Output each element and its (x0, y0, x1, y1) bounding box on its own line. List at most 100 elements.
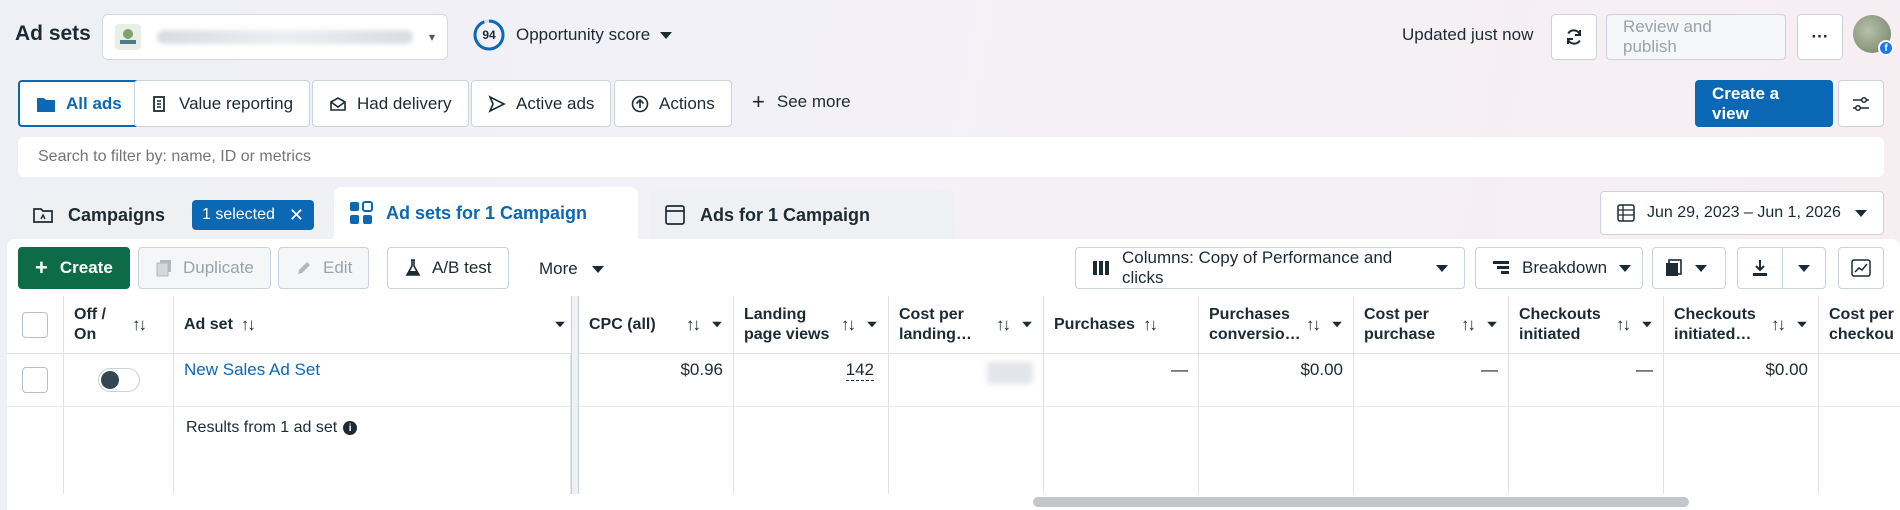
sort-icon[interactable]: ↑↓ (1306, 315, 1321, 335)
had-delivery-label: Had delivery (357, 93, 452, 113)
header-cchk-l2: checkou (1829, 325, 1894, 343)
tab-adsets[interactable]: Ad sets for 1 Campaign (334, 187, 638, 239)
actions-label: Actions (659, 93, 715, 113)
sort-icon[interactable]: ↑↓ (996, 315, 1011, 335)
header-cost-landing[interactable]: Cost per landing… ↑↓ (889, 296, 1044, 354)
header-checkouts-init[interactable]: Checkouts initiated… ↑↓ (1664, 296, 1819, 354)
more-options-button[interactable]: ··· (1797, 14, 1843, 60)
cpc-chevron-down-icon[interactable] (712, 321, 722, 328)
cost-landing-chevron-down-icon[interactable] (1022, 321, 1032, 328)
refresh-icon (1564, 27, 1584, 47)
folder-icon (36, 95, 56, 113)
reports-dropdown[interactable] (1652, 247, 1726, 289)
header-cost-checkout[interactable]: Cost per checkou (1819, 296, 1900, 354)
charts-button[interactable] (1838, 247, 1884, 289)
column-divider[interactable] (571, 296, 579, 494)
header-select-all (7, 296, 64, 354)
view-settings-button[interactable] (1838, 80, 1884, 127)
header-purchases-conv[interactable]: Purchases conversio… ↑↓ (1199, 296, 1354, 354)
active-ads-label: Active ads (516, 93, 595, 113)
envelope-icon (329, 96, 347, 112)
header-checkouts[interactable]: Checkouts initiated ↑↓ (1509, 296, 1664, 354)
see-more-button[interactable]: + See more (752, 89, 851, 114)
chki-chevron-down-icon[interactable] (1797, 321, 1807, 328)
create-button[interactable]: + Create (18, 247, 130, 289)
export-button[interactable] (1737, 247, 1783, 289)
opportunity-score[interactable]: 94 Opportunity score (472, 18, 673, 52)
tab-ads-label: Ads for 1 Campaign (700, 204, 871, 225)
sort-icon[interactable]: ↑↓ (132, 315, 147, 335)
header-cpc[interactable]: CPC (all) ↑↓ (579, 296, 734, 354)
select-all-checkbox[interactable] (22, 311, 48, 338)
ab-test-button[interactable]: A/B test (387, 247, 509, 289)
plus-icon: + (752, 89, 765, 114)
more-actions-button[interactable]: More (539, 259, 604, 279)
row-landing-views[interactable]: 142 (845, 360, 874, 381)
columns-chevron-down-icon (1436, 264, 1448, 272)
cpurch-chevron-down-icon[interactable] (1487, 321, 1497, 328)
value-reporting-button[interactable]: Value reporting (134, 80, 311, 127)
sliders-icon (1851, 95, 1871, 113)
sort-icon[interactable]: ↑↓ (1771, 315, 1786, 335)
breakdown-dropdown[interactable]: Breakdown (1475, 247, 1643, 289)
score-value: 94 (482, 28, 496, 42)
horizontal-scrollbar[interactable] (7, 494, 1900, 510)
pconv-chevron-down-icon[interactable] (1332, 321, 1342, 328)
date-range-label: Jun 29, 2023 – Jun 1, 2026 (1647, 204, 1841, 221)
export-dropdown[interactable] (1782, 247, 1826, 289)
header-ad-set[interactable]: Ad set ↑↓ (174, 296, 577, 354)
updated-status: Updated just now (1402, 25, 1534, 44)
header-cost-purchase[interactable]: Cost per purchase ↑↓ (1354, 296, 1509, 354)
landing-chevron-down-icon[interactable] (867, 321, 877, 328)
info-icon[interactable]: i (343, 421, 358, 435)
header-chk-l1: Checkouts (1519, 305, 1601, 323)
clear-selection-icon[interactable]: ✕ (289, 206, 304, 224)
create-view-button[interactable]: Create a view (1695, 80, 1833, 127)
chk-chevron-down-icon[interactable] (1642, 321, 1652, 328)
account-selector[interactable]: ▾ (102, 14, 448, 60)
had-delivery-button[interactable]: Had delivery (312, 80, 469, 127)
header-pconv-l2: conversio… (1209, 325, 1301, 343)
duplicate-button[interactable]: Duplicate (138, 247, 271, 289)
opportunity-chevron-down-icon (660, 31, 673, 39)
header-purchases[interactable]: Purchases ↑↓ (1044, 296, 1199, 354)
edit-button[interactable]: Edit (278, 247, 370, 289)
sort-icon[interactable]: ↑↓ (1461, 315, 1476, 335)
active-ads-button[interactable]: Active ads (471, 80, 612, 127)
date-range-picker[interactable]: Jun 29, 2023 – Jun 1, 2026 (1600, 191, 1884, 235)
row-purchases-conv: $0.00 (1199, 354, 1354, 407)
sort-icon[interactable]: ↑↓ (241, 315, 256, 335)
pencil-icon (295, 259, 313, 277)
sort-icon[interactable]: ↑↓ (1143, 315, 1158, 335)
header-landing-views[interactable]: Landing page views ↑↓ (734, 296, 889, 354)
search-input[interactable] (18, 137, 1884, 177)
selected-badge[interactable]: 1 selected ✕ (191, 200, 314, 230)
on-off-toggle[interactable] (97, 368, 140, 392)
tab-ads[interactable]: Ads for 1 Campaign (650, 191, 955, 239)
results-cell (1199, 407, 1354, 494)
results-cell (1509, 407, 1664, 494)
breakdown-chevron-down-icon (1619, 264, 1632, 272)
ad-set-chevron-down-icon[interactable] (555, 321, 565, 328)
header-off-on[interactable]: Off / On ↑↓ (64, 296, 174, 354)
tab-campaigns[interactable]: Campaigns 1 selected ✕ (18, 191, 328, 239)
results-name-cell: Results from 1 ad set i (174, 407, 571, 494)
review-publish-button[interactable]: Review and publish (1606, 14, 1786, 60)
export-chevron-down-icon (1798, 264, 1810, 272)
avatar[interactable]: f (1853, 15, 1894, 56)
row-checkbox[interactable] (22, 367, 48, 393)
row-cpc: $0.96 (579, 354, 734, 407)
sort-icon[interactable]: ↑↓ (1616, 315, 1631, 335)
scrollbar-thumb[interactable] (1033, 497, 1689, 507)
upload-circle-icon (631, 95, 649, 113)
actions-button[interactable]: Actions (614, 80, 732, 127)
refresh-button[interactable] (1551, 14, 1597, 60)
ad-set-link[interactable]: New Sales Ad Set (184, 360, 320, 380)
row-purchases: — (1044, 354, 1199, 407)
all-ads-button[interactable]: All ads (18, 80, 140, 127)
page-title: Ad sets (15, 22, 91, 45)
columns-dropdown[interactable]: Columns: Copy of Performance and clicks (1075, 247, 1465, 289)
sort-icon[interactable]: ↑↓ (841, 315, 856, 335)
sort-icon[interactable]: ↑↓ (686, 315, 701, 335)
blurred-value (987, 362, 1033, 384)
